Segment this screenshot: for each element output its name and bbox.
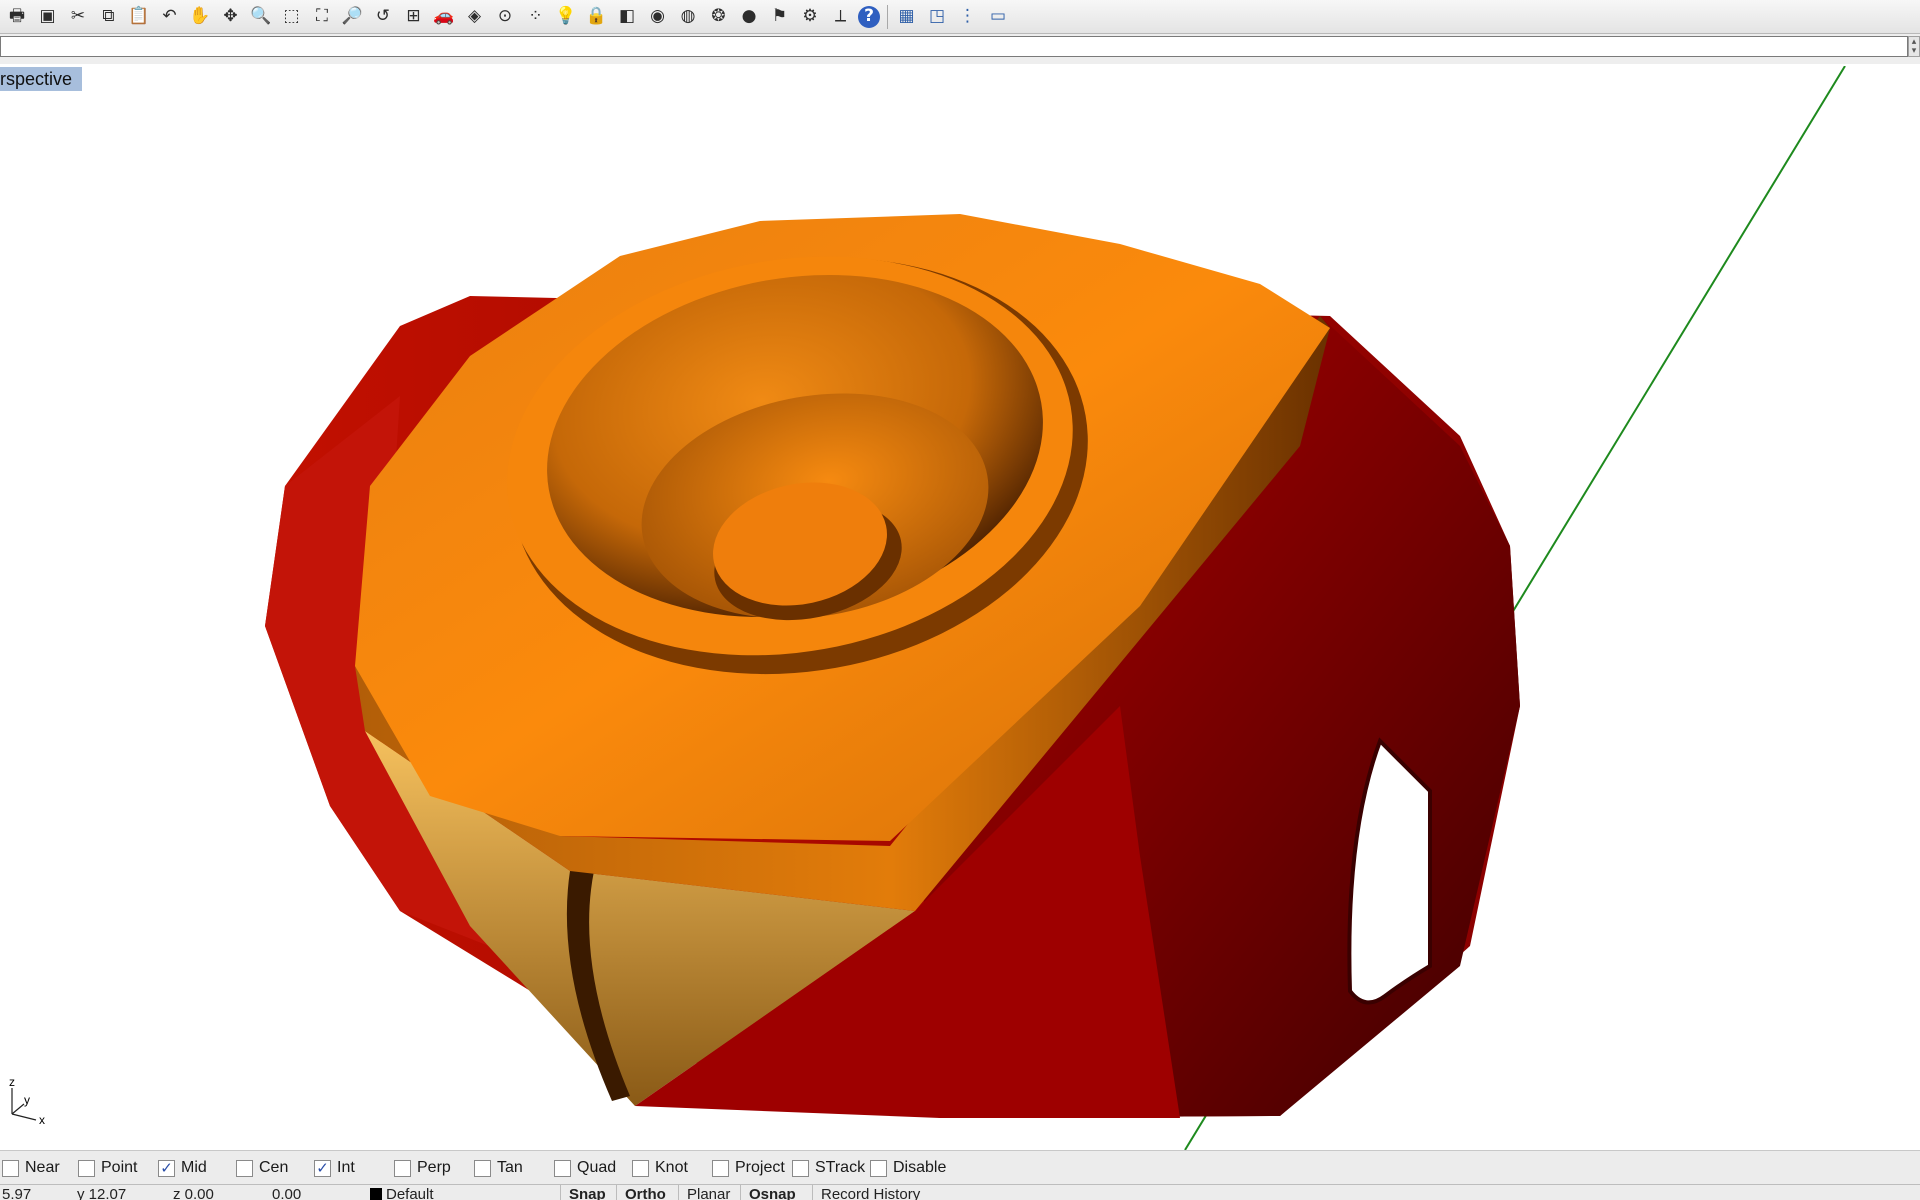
select-icon[interactable]: ⊙ — [492, 4, 518, 30]
osnap-int[interactable]: ✓ Int — [314, 1158, 355, 1178]
osnap-knot-label: Knot — [655, 1159, 688, 1176]
pane-planar[interactable]: Planar — [678, 1185, 738, 1200]
osnap-perp-label: Perp — [417, 1159, 451, 1176]
pane-snap[interactable]: Snap — [560, 1185, 614, 1200]
osnap-near[interactable]: Near — [2, 1158, 60, 1178]
osnap-project-label: Project — [735, 1159, 785, 1176]
render-sphere-icon[interactable]: ● — [736, 4, 762, 30]
osnap-tan[interactable]: Tan — [474, 1158, 523, 1178]
osnap-disable-checkbox[interactable] — [870, 1159, 887, 1177]
layer-color-swatch — [370, 1188, 382, 1200]
options-gear-icon[interactable]: ⚙ — [797, 4, 823, 30]
osnap-project[interactable]: Project — [712, 1158, 785, 1178]
print-icon[interactable]: 🖶 — [4, 4, 30, 30]
osnap-quad-checkbox[interactable] — [554, 1159, 571, 1177]
osnap-bar: Near Point ✓ Mid Cen ✓ Int Perp Tan Quad Knot Proje… — [0, 1150, 1920, 1184]
save-icon[interactable]: ▣ — [35, 4, 61, 30]
osnap-strack-label: STrack — [815, 1159, 866, 1176]
toolbar-separator — [886, 4, 888, 29]
cube-view-icon[interactable]: ▦ — [894, 4, 920, 30]
points-icon[interactable]: ⁘ — [523, 4, 549, 30]
vertical-grip-icon[interactable]: ⋮ — [955, 4, 981, 30]
coord-z: z 0.00 — [173, 1186, 214, 1200]
coord-x: 5.97 — [2, 1186, 32, 1200]
osnap-point-checkbox[interactable] — [78, 1159, 95, 1177]
gear-sphere-icon[interactable]: ❂ — [706, 4, 732, 30]
command-input[interactable] — [0, 36, 1908, 57]
coord-distance: 0.00 — [272, 1186, 302, 1200]
pan-hand-icon[interactable]: ✋ — [187, 4, 213, 30]
osnap-cen-checkbox[interactable] — [236, 1159, 253, 1177]
layer-indicator[interactable]: Default — [370, 1186, 434, 1200]
command-bar: ▴ ▾ — [0, 34, 1920, 64]
osnap-disable-label: Disable — [893, 1159, 947, 1176]
osnap-point-label: Point — [101, 1159, 138, 1176]
main-toolbar: 🖶 ▣ ✂ ⧉ 📋 ↶ ✋ ✥ 🔍 ⬚ ⛶ 🔎 ↺ ⊞ 🚗 ◈ ⊙ ⁘ 💡 🔒 ◧ ◉ ◍ ❂ ● ⚑ ⚙ ⟂? ▦ ◳ ⋮ ▭ — [0, 0, 1920, 34]
osnap-strack-checkbox[interactable] — [792, 1159, 809, 1177]
osnap-cen-label: Cen — [259, 1159, 289, 1176]
pane-record-history[interactable]: Record History — [812, 1185, 928, 1200]
viewport-layout-icon[interactable]: ◳ — [924, 4, 950, 30]
osnap-quad[interactable]: Quad — [554, 1158, 616, 1178]
osnap-near-label: Near — [25, 1159, 60, 1176]
osnap-knot-checkbox[interactable] — [632, 1159, 649, 1177]
osnap-tan-label: Tan — [497, 1159, 523, 1176]
help-icon[interactable]: ? — [858, 5, 880, 28]
axis-y-label: y — [24, 1093, 30, 1107]
undo-view-icon[interactable]: ↺ — [370, 4, 396, 30]
osnap-disable[interactable]: Disable — [870, 1158, 946, 1178]
paste-icon[interactable]: 📋 — [126, 4, 152, 30]
zoom-icon[interactable]: 🔍 — [248, 4, 274, 30]
osnap-point[interactable]: Point — [78, 1158, 137, 1178]
light-bulb-icon[interactable]: 💡 — [553, 4, 579, 30]
flag-icon[interactable]: ⚑ — [767, 4, 793, 30]
pane-osnap[interactable]: Osnap — [740, 1185, 804, 1200]
perspective-viewport[interactable]: rspective z y x — [0, 66, 1920, 1150]
lock-icon[interactable]: 🔒 — [584, 4, 610, 30]
zoom-extents-icon[interactable]: ⛶ — [309, 4, 335, 30]
dimension-icon[interactable]: ⟂ — [828, 4, 854, 30]
osnap-quad-label: Quad — [577, 1159, 617, 1176]
osnap-tan-checkbox[interactable] — [474, 1159, 491, 1177]
rotate-view-icon[interactable]: ✥ — [218, 4, 244, 30]
osnap-project-checkbox[interactable] — [712, 1159, 729, 1177]
osnap-mid-checkbox[interactable]: ✓ — [158, 1159, 175, 1177]
shaded-icon[interactable]: ◈ — [462, 4, 488, 30]
osnap-near-checkbox[interactable] — [2, 1159, 19, 1177]
car-icon[interactable]: 🚗 — [431, 4, 457, 30]
zoom-selected-icon[interactable]: 🔎 — [340, 4, 366, 30]
command-scroll-arrows[interactable]: ▴ ▾ — [1908, 36, 1920, 57]
axis-x-label: x — [39, 1113, 45, 1124]
osnap-knot[interactable]: Knot — [632, 1158, 688, 1178]
undo-icon[interactable]: ↶ — [157, 4, 183, 30]
osnap-perp[interactable]: Perp — [394, 1158, 451, 1178]
zoom-window-icon[interactable]: ⬚ — [279, 4, 305, 30]
world-axes-icon: z y x — [9, 1075, 45, 1124]
model-view — [265, 66, 1846, 1150]
osnap-mid[interactable]: ✓ Mid — [158, 1158, 207, 1178]
osnap-int-label: Int — [337, 1159, 355, 1176]
osnap-strack[interactable]: STrack — [792, 1158, 865, 1178]
color-wheel-icon[interactable]: ◉ — [645, 4, 671, 30]
copy-icon[interactable]: ⧉ — [96, 4, 122, 30]
viewport-title[interactable]: rspective — [0, 67, 83, 91]
four-viewports-icon[interactable]: ⊞ — [401, 4, 427, 30]
layer-name: Default — [386, 1186, 434, 1200]
osnap-int-checkbox[interactable]: ✓ — [314, 1159, 331, 1177]
osnap-cen[interactable]: Cen — [236, 1158, 288, 1178]
osnap-mid-label: Mid — [181, 1159, 207, 1176]
coord-y: y 12.07 — [77, 1186, 127, 1200]
axis-z-label: z — [9, 1075, 15, 1089]
layer-icon[interactable]: ◧ — [614, 4, 640, 30]
window-icon[interactable]: ▭ — [985, 4, 1011, 30]
sphere-grid-icon[interactable]: ◍ — [675, 4, 701, 30]
osnap-perp-checkbox[interactable] — [394, 1159, 411, 1177]
status-bar: 5.97 y 12.07 z 0.00 0.00 Default Snap Or… — [0, 1184, 1920, 1200]
pane-ortho[interactable]: Ortho — [616, 1185, 674, 1200]
cut-icon[interactable]: ✂ — [65, 4, 91, 30]
